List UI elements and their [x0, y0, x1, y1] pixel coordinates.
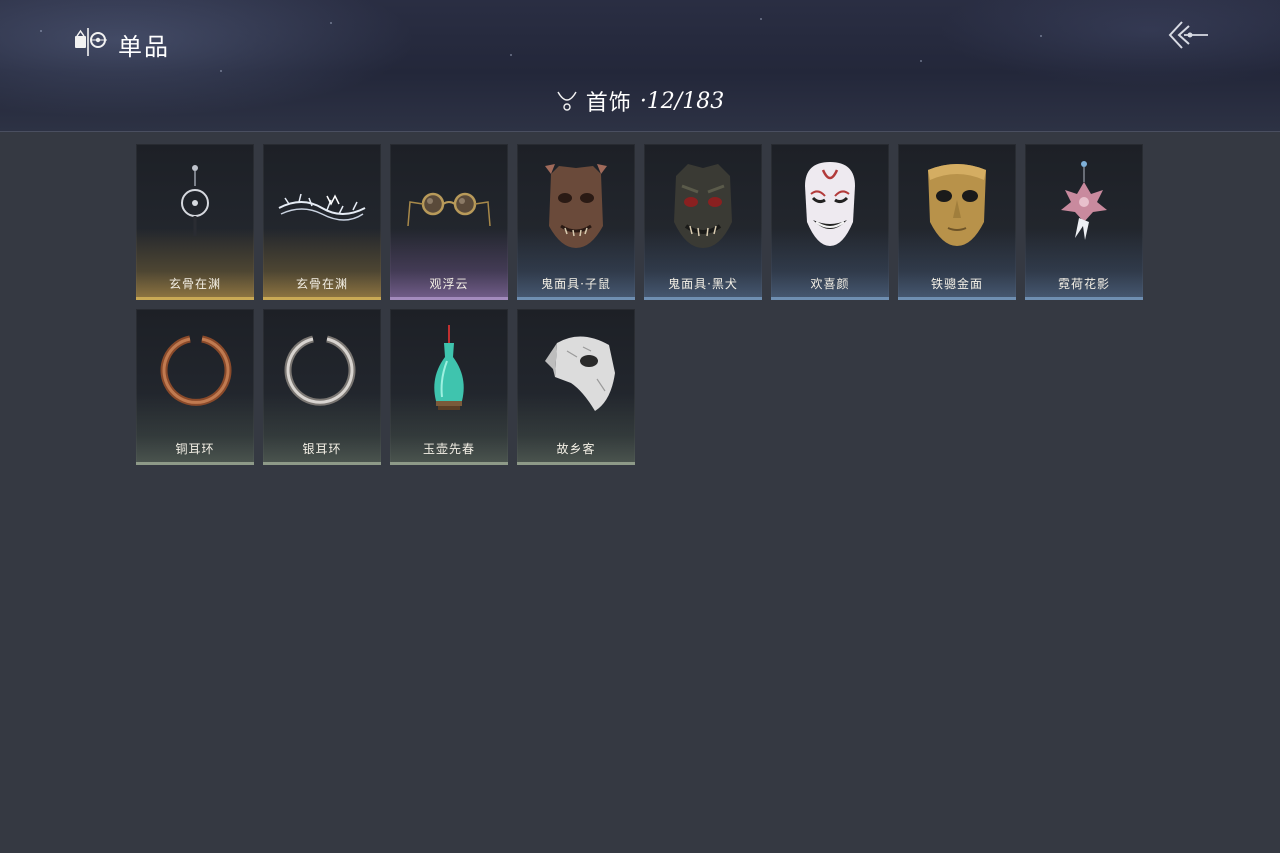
item-name: 铜耳环 — [175, 442, 215, 456]
item-card[interactable]: 故乡客 — [517, 309, 635, 465]
thorn-crown-icon — [278, 193, 366, 221]
copper-ring-icon — [160, 335, 232, 406]
jade-vase-icon — [434, 325, 464, 410]
wardrobe-icon — [75, 28, 107, 56]
lotus-pendant-icon — [1061, 161, 1107, 240]
gold-mask-icon — [928, 164, 986, 246]
rat-demon-mask-icon — [545, 164, 607, 248]
item-name: 霓荷花影 — [1057, 277, 1110, 291]
item-card[interactable]: 霓荷花影 — [1025, 144, 1143, 300]
item-card[interactable]: 铜耳环 — [136, 309, 254, 465]
item-name: 欢喜颜 — [810, 277, 850, 291]
dog-demon-mask-icon — [674, 164, 732, 248]
item-card[interactable]: 鬼面具·黑犬 — [644, 144, 762, 300]
item-name: 玄骨在渊 — [295, 277, 348, 291]
item-name: 铁骢金面 — [930, 277, 983, 291]
item-name: 鬼面具·黑犬 — [668, 277, 738, 291]
item-card[interactable]: 玄骨在渊 — [136, 144, 254, 300]
item-card[interactable]: 铁骢金面 — [898, 144, 1016, 300]
item-name: 鬼面具·子鼠 — [541, 277, 611, 291]
item-card[interactable]: 鬼面具·子鼠 — [517, 144, 635, 300]
page-title: 单品 — [118, 33, 170, 61]
item-name: 故乡客 — [556, 442, 596, 456]
category-name: 首饰 — [585, 91, 632, 116]
item-card[interactable]: 银耳环 — [263, 309, 381, 465]
back-arrow-icon[interactable] — [1166, 18, 1210, 52]
item-card[interactable]: 玉壶先春 — [390, 309, 508, 465]
item-card[interactable]: 欢喜颜 — [771, 144, 889, 300]
necklace-icon — [557, 91, 577, 111]
item-grid: 玄骨在渊 玄骨在渊 观浮云 鬼面具·子鼠 鬼面具·黑犬 欢喜颜 铁骢金面 霓荷花… — [136, 144, 1143, 465]
half-mask-icon — [545, 336, 615, 411]
dangle-earring-icon — [181, 165, 209, 236]
item-name: 银耳环 — [302, 442, 342, 456]
round-glasses-icon — [407, 192, 491, 227]
item-card[interactable]: 玄骨在渊 — [263, 144, 381, 300]
item-name: 玉壶先春 — [422, 442, 475, 456]
item-name: 观浮云 — [429, 277, 469, 291]
header-bar: 单品 首饰 ·12/183 — [0, 0, 1280, 132]
category-count: ·12/183 — [639, 88, 725, 114]
category-header: 首饰 ·12/183 — [0, 86, 1280, 116]
item-name: 玄骨在渊 — [168, 277, 221, 291]
item-card[interactable]: 观浮云 — [390, 144, 508, 300]
smiling-white-mask-icon — [805, 162, 855, 246]
silver-ring-icon — [284, 335, 356, 406]
